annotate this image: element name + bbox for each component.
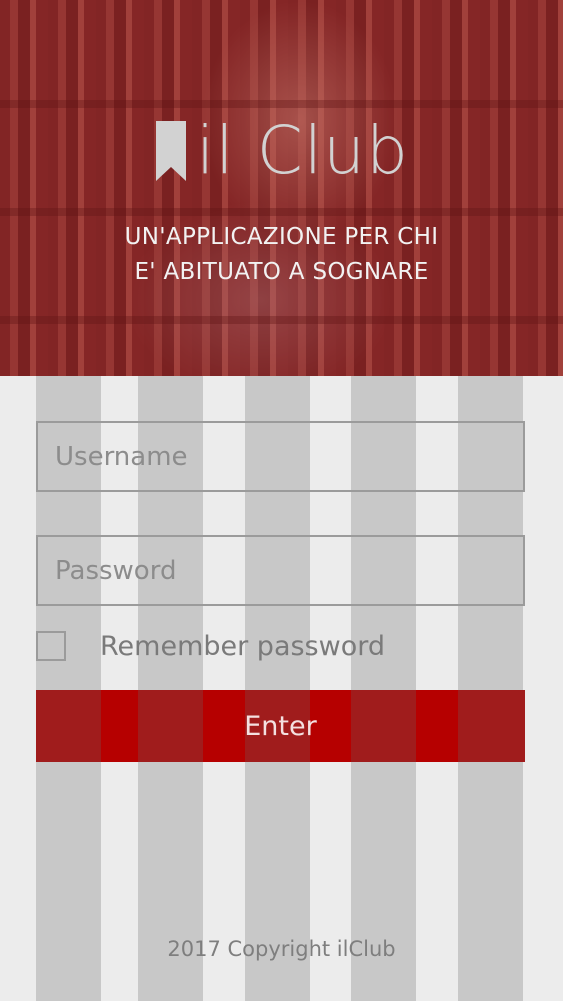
tagline-line-2: E' ABITUATO A SOGNARE (134, 259, 429, 285)
tagline-line-1: UN'APPLICAZIONE PER CHI (124, 224, 439, 250)
username-input[interactable] (38, 423, 523, 490)
bookmark-icon (156, 121, 187, 181)
password-input[interactable] (38, 537, 523, 604)
hero-banner: il Club UN'APPLICAZIONE PER CHI E' ABITU… (0, 0, 563, 376)
copyright-text: 2017 Copyright ilClub (167, 937, 396, 961)
enter-button[interactable]: Enter (36, 690, 525, 762)
enter-button-label: Enter (244, 710, 317, 742)
app-tagline: UN'APPLICAZIONE PER CHI E' ABITUATO A SO… (0, 220, 563, 290)
remember-password-label: Remember password (100, 630, 385, 662)
remember-password-checkbox[interactable] (36, 631, 66, 661)
app-logo: il Club (0, 118, 563, 184)
username-field[interactable] (36, 421, 525, 492)
password-field[interactable] (36, 535, 525, 606)
remember-password-row[interactable]: Remember password (36, 630, 385, 662)
app-title: il Club (196, 112, 409, 189)
